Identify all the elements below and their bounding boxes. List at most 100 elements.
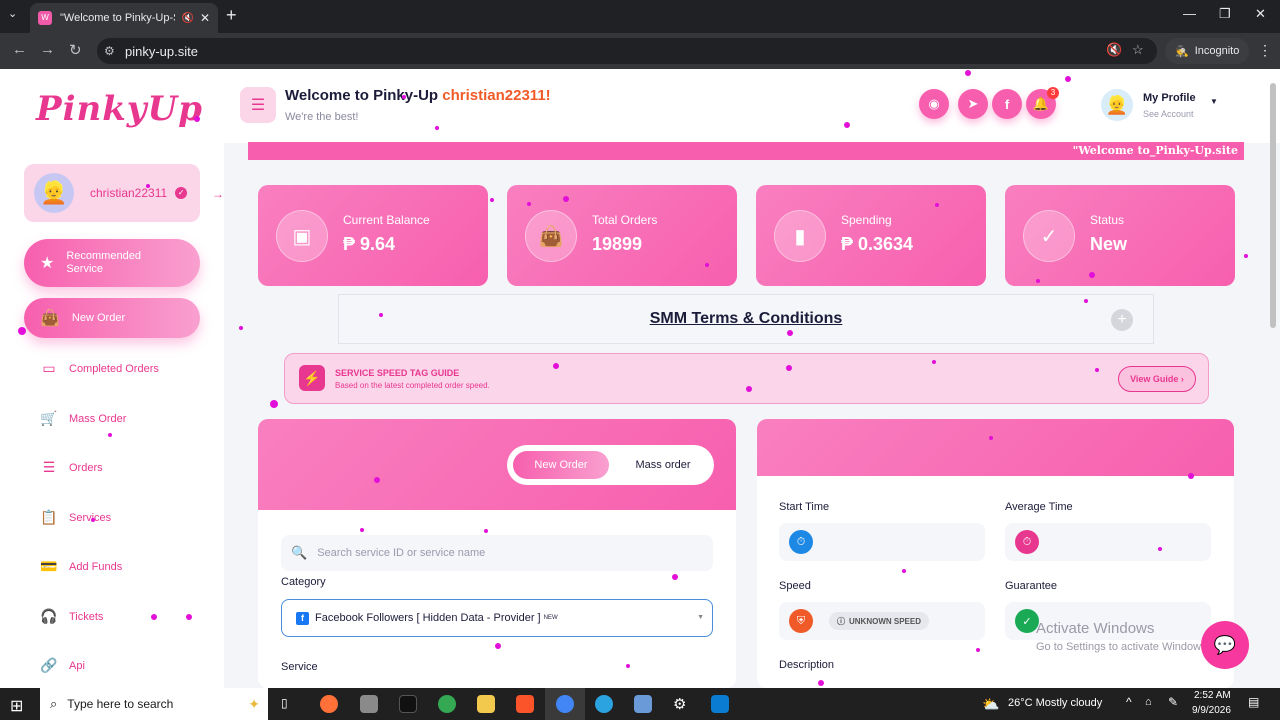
app-icon[interactable]: [360, 695, 378, 713]
weather-text[interactable]: 26°C Mostly cloudy: [1008, 697, 1102, 709]
verified-icon: ✓: [175, 187, 188, 199]
taskbar-search[interactable]: ⌕ Type here to search ✦: [40, 688, 268, 720]
chrome-icon[interactable]: [438, 695, 456, 713]
activate-windows-subtitle: Go to Settings to activate Windows.: [1036, 641, 1210, 653]
profile-subtitle[interactable]: See Account: [1143, 109, 1194, 119]
sidebar-item-recommended[interactable]: ★ Recommended Service: [24, 239, 200, 287]
sidebar-item-label: Add Funds: [69, 560, 123, 573]
muted-site-icon[interactable]: 🔇: [1106, 42, 1122, 58]
sidebar-item-api[interactable]: 🔗 Api: [40, 657, 85, 674]
average-time-label: Average Time: [1005, 501, 1073, 513]
sparkle-icon: ✦: [248, 695, 260, 712]
sidebar-item-add-funds[interactable]: 💳 Add Funds: [40, 558, 122, 575]
telegram-icon[interactable]: [595, 695, 613, 713]
tab-new-order[interactable]: New Order: [513, 451, 609, 479]
start-time-field: ⏱: [779, 523, 985, 561]
shopping-bag-icon: 👜: [40, 310, 60, 327]
incognito-badge[interactable]: 🕵 Incognito: [1165, 38, 1250, 64]
back-icon[interactable]: ←: [12, 41, 27, 58]
wallet-icon: ▣: [276, 210, 328, 262]
app-icon[interactable]: [634, 695, 652, 713]
spotify-icon[interactable]: ◉: [919, 89, 949, 119]
chevron-down-icon[interactable]: ▼: [1210, 97, 1218, 106]
user-card[interactable]: 👱 christian22311 ✓: [24, 164, 200, 222]
pen-icon[interactable]: ✎: [1168, 695, 1178, 709]
search-icon: 🔍: [291, 545, 308, 560]
sidebar-item-label: Completed Orders: [69, 362, 159, 375]
maximize-icon[interactable]: ❐: [1219, 6, 1231, 22]
close-window-icon[interactable]: ✕: [1255, 6, 1266, 22]
notifications-icon[interactable]: ▤: [1248, 695, 1259, 709]
view-guide-button[interactable]: View Guide ›: [1118, 366, 1196, 392]
stat-label: Current Balance: [343, 213, 430, 227]
close-tab-icon[interactable]: ✕: [200, 11, 210, 25]
stopwatch-icon: ⏱: [789, 530, 813, 554]
browser-tab[interactable]: W "Welcome to Pinky-Up-Site 🔇 ✕: [30, 3, 218, 33]
terms-accordion[interactable]: SMM Terms & Conditions: [338, 294, 1154, 344]
expand-plus-icon[interactable]: +: [1111, 309, 1133, 331]
stat-value: ₱ 9.64: [343, 234, 396, 254]
brave-icon[interactable]: [516, 695, 534, 713]
vscode-icon[interactable]: [711, 695, 729, 713]
hamburger-menu-icon[interactable]: ☰: [240, 87, 276, 123]
category-select[interactable]: f Facebook Followers [ Hidden Data - Pro…: [281, 599, 713, 637]
network-icon[interactable]: ⌂: [1145, 696, 1152, 708]
tab-list-icon[interactable]: ⌄: [8, 7, 17, 20]
forward-icon[interactable]: →: [40, 41, 55, 58]
telegram-icon[interactable]: ➤: [958, 89, 988, 119]
minimize-icon[interactable]: —: [1183, 6, 1196, 21]
notification-badge: 3: [1047, 87, 1059, 99]
file-explorer-icon[interactable]: [477, 695, 495, 713]
tab-mass-order[interactable]: Mass order: [617, 451, 709, 479]
link-icon: 🔗: [40, 657, 58, 673]
new-tab-icon[interactable]: +: [226, 5, 237, 26]
clock-time[interactable]: 2:52 AM: [1194, 690, 1231, 701]
sidebar-item-label: Mass Order: [69, 412, 127, 425]
headset-icon: 🎧: [40, 608, 58, 624]
average-time-field: ⏱: [1005, 523, 1211, 561]
info-icon: ⓘ: [837, 616, 845, 626]
tiktok-icon[interactable]: [399, 695, 417, 713]
task-view-icon[interactable]: ▯: [281, 696, 288, 710]
stat-card-status: ✓ Status New: [1005, 185, 1235, 286]
chat-support-icon[interactable]: 💬: [1201, 621, 1249, 669]
address-bar[interactable]: pinky-up.site: [97, 38, 1157, 64]
sidebar-item-mass-order[interactable]: 🛒 Mass Order: [40, 410, 126, 427]
site-info-icon[interactable]: ⚙: [104, 44, 115, 58]
scrollbar[interactable]: [1270, 83, 1276, 328]
windows-start-icon[interactable]: ⊞: [10, 696, 23, 716]
chart-icon: ▮: [774, 210, 826, 262]
sidebar-item-label: Recommended Service: [66, 250, 141, 275]
mute-icon[interactable]: 🔇: [181, 13, 193, 24]
start-time-label: Start Time: [779, 501, 830, 513]
browser-menu-icon[interactable]: ⋮: [1258, 42, 1272, 59]
sidebar-item-new-order[interactable]: 👜 New Order: [24, 298, 200, 338]
clock-date[interactable]: 9/9/2026: [1192, 705, 1231, 716]
sidebar-item-services[interactable]: 📋 Services: [40, 509, 111, 526]
sidebar-collapse-icon[interactable]: →: [212, 187, 224, 201]
browser-tab-strip: ⌄ W "Welcome to Pinky-Up-Site 🔇 ✕ + — ❐ …: [0, 0, 1280, 33]
sidebar-item-tickets[interactable]: 🎧 Tickets: [40, 608, 103, 625]
chrome-incognito-icon[interactable]: [556, 695, 574, 713]
box-icon: ▭: [42, 360, 56, 376]
clipboard-icon: 📋: [40, 509, 58, 525]
firefox-icon[interactable]: [320, 695, 338, 713]
sidebar-item-completed-orders[interactable]: ▭ Completed Orders: [40, 360, 159, 377]
cart-icon: 🛒: [40, 410, 58, 426]
bookmark-star-icon[interactable]: ☆: [1132, 42, 1144, 58]
reload-icon[interactable]: ↻: [69, 41, 82, 59]
logo[interactable]: PinkyUp: [36, 89, 203, 129]
bag-icon: 👜: [525, 210, 577, 262]
server-icon: ☰: [42, 459, 56, 475]
speed-tag-label: UNKNOWN SPEED: [849, 616, 922, 626]
guide-subtitle: Based on the latest completed order spee…: [335, 381, 490, 390]
facebook-icon[interactable]: f: [992, 89, 1022, 119]
search-input[interactable]: [317, 547, 698, 559]
settings-icon[interactable]: ⚙: [673, 695, 686, 713]
chevron-up-icon[interactable]: ^: [1126, 695, 1132, 709]
page-subtitle: We're the best!: [285, 111, 359, 123]
profile-avatar[interactable]: 👱: [1101, 89, 1133, 121]
check-circle-icon: ✓: [1023, 210, 1075, 262]
sidebar-item-orders[interactable]: ☰ Orders: [40, 459, 103, 476]
profile-title[interactable]: My Profile: [1143, 92, 1196, 104]
